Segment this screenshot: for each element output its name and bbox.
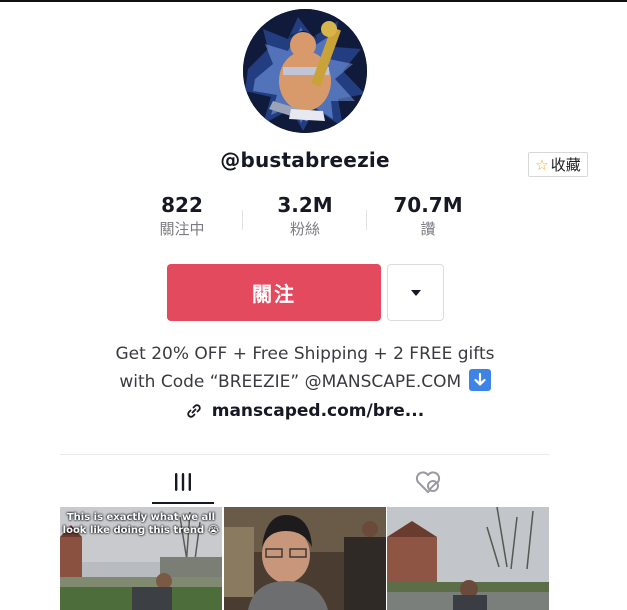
followers-count: 3.2M (277, 193, 333, 217)
avatar[interactable] (243, 9, 367, 133)
favorite-button[interactable]: ☆ 收藏 (528, 152, 588, 177)
following-count: 822 (161, 193, 203, 217)
stat-likes: 70.7M 讚 (368, 193, 488, 239)
tab-divider (60, 454, 550, 455)
stat-divider (242, 210, 243, 230)
tab-selected-indicator (152, 502, 214, 504)
follow-button[interactable]: 關注 (167, 264, 381, 321)
following-label: 關注中 (159, 220, 205, 238)
video-thumbnail[interactable] (387, 507, 549, 610)
tab-liked[interactable] (400, 462, 456, 502)
caret-down-icon (410, 289, 421, 296)
bio-line-2: with Code “BREEZIE” @MANSCAPE.COM (119, 372, 462, 392)
bio: Get 20% OFF + Free Shipping + 2 FREE gif… (0, 340, 610, 396)
tab-videos[interactable] (152, 462, 214, 502)
bio-link[interactable]: manscaped.com/bre... (0, 401, 610, 424)
video-thumbnail-image (224, 507, 386, 610)
likes-count: 70.7M (393, 193, 463, 217)
star-icon: ☆ (535, 155, 549, 174)
stat-divider (366, 210, 367, 230)
video-caption: This is exactly what we all look like do… (62, 512, 220, 536)
video-thumbnail-image (387, 507, 549, 610)
bio-line-1: Get 20% OFF + Free Shipping + 2 FREE gif… (115, 344, 495, 364)
bio-line-2-wrap: with Code “BREEZIE” @MANSCAPE.COM (0, 368, 610, 396)
followers-label: 粉絲 (289, 220, 320, 238)
videos-grid-icon (175, 473, 191, 491)
more-options-button[interactable] (387, 264, 444, 321)
top-border (0, 0, 627, 2)
bio-link-text: manscaped.com/bre... (211, 401, 425, 421)
video-thumbnail[interactable] (224, 507, 386, 610)
favorite-label: 收藏 (550, 156, 581, 174)
liked-hidden-icon (415, 471, 441, 493)
video-thumbnail[interactable]: This is exactly what we all look like do… (60, 507, 222, 610)
stat-followers[interactable]: 3.2M 粉絲 (245, 193, 365, 239)
stat-following[interactable]: 822 關注中 (122, 193, 242, 239)
likes-label: 讚 (420, 220, 436, 238)
username: @bustabreezie (220, 148, 390, 172)
link-icon (186, 403, 202, 424)
down-arrow-icon (468, 369, 491, 391)
avatar-illustration (243, 9, 367, 133)
